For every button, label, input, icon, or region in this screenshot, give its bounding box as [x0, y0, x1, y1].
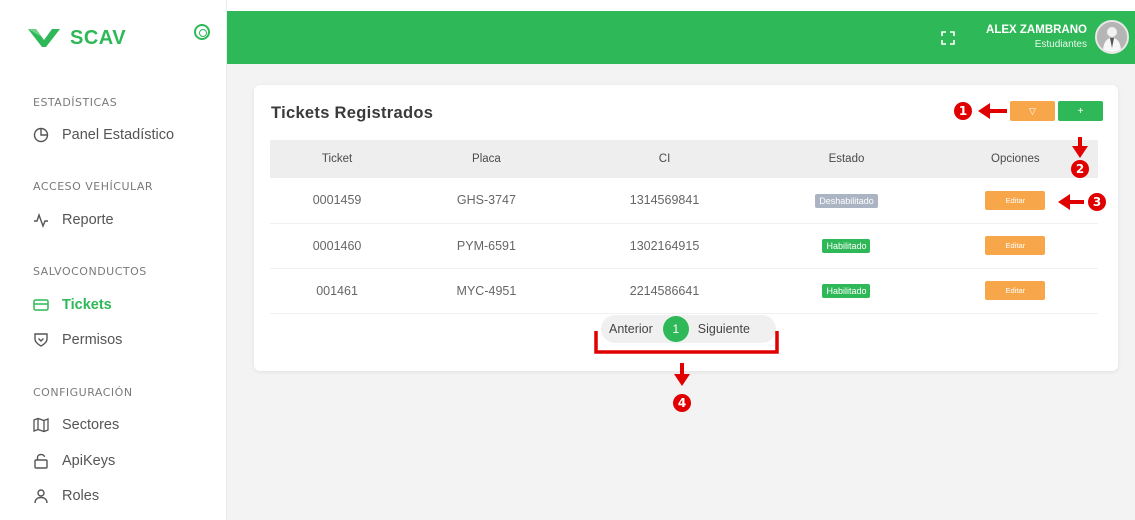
- table-header-row: Ticket Placa CI Estado Opciones: [270, 140, 1098, 178]
- cell-ci: 1314569841: [568, 178, 761, 224]
- tickets-card: Tickets Registrados ▽ + Ticket Placa CI …: [254, 85, 1118, 371]
- filter-button[interactable]: ▽: [1010, 101, 1055, 121]
- sidebar-item-label: Reporte: [62, 212, 114, 228]
- table-row: 0001460 PYM-6591 1302164915 Habilitado E…: [270, 223, 1098, 269]
- map-icon: [33, 417, 49, 433]
- sidebar-item-label: Panel Estadístico: [62, 127, 175, 143]
- brand-name: SCAV: [70, 26, 127, 49]
- status-badge: Deshabilitado: [815, 193, 878, 208]
- cell-ticket: 001461: [270, 268, 405, 314]
- lock-icon: [34, 453, 48, 469]
- cell-estado: Habilitado: [760, 268, 933, 314]
- user-icon: [34, 489, 48, 504]
- cell-ci: 2214586641: [568, 268, 761, 314]
- section-title-acceso: ACCESO VEHÍCULAR: [33, 180, 154, 193]
- cell-ticket: 0001459: [270, 178, 405, 224]
- annotation-marker-3: 3: [1088, 193, 1106, 211]
- pagination-prev-button[interactable]: Anterior: [609, 322, 653, 336]
- cell-placa: MYC-4951: [404, 268, 569, 314]
- avatar[interactable]: [1095, 20, 1129, 54]
- table-row: 0001459 GHS-3747 1314569841 Deshabilitad…: [270, 178, 1098, 224]
- activity-icon: [34, 212, 48, 228]
- app-root: SCAV ESTADÍSTICAS Panel Estadístico ACCE…: [0, 0, 1135, 520]
- pie-chart-icon: [33, 127, 49, 143]
- user-role: Estudiantes: [1034, 39, 1087, 50]
- shield-icon: [34, 333, 48, 347]
- column-header-estado: Estado: [828, 153, 865, 165]
- sidebar-item-label: Tickets: [62, 297, 112, 313]
- column-header-ci: CI: [658, 153, 671, 165]
- cell-estado: Habilitado: [760, 223, 933, 269]
- cell-ticket: 0001460: [270, 223, 405, 269]
- pagination-next-button[interactable]: Siguiente: [698, 322, 750, 336]
- annotation-marker-2: 2: [1071, 160, 1089, 178]
- cell-opciones: Editar: [932, 178, 1098, 224]
- tickets-table: Ticket Placa CI Estado Opciones 0001459 …: [270, 140, 1098, 314]
- edit-button[interactable]: Editar: [985, 190, 1046, 210]
- brand[interactable]: SCAV: [0, 10, 227, 66]
- avatar-image: [1097, 22, 1127, 52]
- status-badge: Habilitado: [822, 284, 871, 298]
- cell-estado: Deshabilitado: [760, 178, 933, 224]
- page-title: Tickets Registrados: [271, 104, 434, 122]
- table-row: 001461 MYC-4951 2214586641 Habilitado Ed…: [270, 268, 1098, 314]
- sidebar-item-roles[interactable]: Roles: [33, 485, 213, 507]
- edit-button[interactable]: Editar: [985, 236, 1046, 255]
- column-header-placa: Placa: [472, 153, 501, 165]
- sidebar-item-panel-estadistico[interactable]: Panel Estadístico: [33, 124, 213, 146]
- sidebar-item-label: ApiKeys: [62, 453, 116, 469]
- sidebar-item-permisos[interactable]: Permisos: [33, 329, 213, 351]
- status-badge: Habilitado: [822, 239, 871, 253]
- column-header-ticket: Ticket: [321, 153, 353, 165]
- sidebar-item-reporte[interactable]: Reporte: [33, 209, 213, 231]
- user-name[interactable]: ALEX ZAMBRANO: [986, 24, 1087, 36]
- pagination: Anterior 1 Siguiente: [601, 315, 776, 343]
- section-title-configuracion: CONFIGURACIÓN: [33, 386, 133, 399]
- top-bar: ALEX ZAMBRANO Estudiantes: [227, 11, 1135, 64]
- annotation-marker-1: 1: [954, 102, 972, 120]
- brand-logo-icon: [28, 29, 60, 47]
- sidebar-item-label: Sectores: [62, 417, 120, 433]
- cell-opciones: Editar: [932, 268, 1098, 314]
- edit-button[interactable]: Editar: [985, 281, 1046, 300]
- cell-placa: PYM-6591: [404, 223, 569, 269]
- sidebar: SCAV ESTADÍSTICAS Panel Estadístico ACCE…: [0, 0, 227, 520]
- section-title-estadisticas: ESTADÍSTICAS: [33, 96, 118, 109]
- sidebar-item-apikeys[interactable]: ApiKeys: [33, 450, 213, 472]
- cell-ci: 1302164915: [568, 223, 761, 269]
- sidebar-item-label: Roles: [62, 488, 100, 504]
- sidebar-item-sectores[interactable]: Sectores: [33, 414, 213, 436]
- cell-opciones: Editar: [932, 223, 1098, 269]
- annotation-marker-4: 4: [673, 394, 691, 412]
- add-ticket-button[interactable]: +: [1058, 101, 1103, 121]
- sidebar-item-tickets[interactable]: Tickets: [33, 294, 213, 316]
- credit-card-icon: [33, 299, 49, 311]
- fullscreen-icon[interactable]: [941, 31, 955, 45]
- cell-placa: GHS-3747: [404, 178, 569, 224]
- pagination-page-button[interactable]: 1: [662, 316, 689, 342]
- sidebar-toggle-icon[interactable]: [194, 24, 210, 40]
- sidebar-item-label: Permisos: [62, 332, 123, 348]
- section-title-salvoconductos: SALVOCONDUCTOS: [33, 265, 147, 278]
- main-content: Tickets Registrados ▽ + Ticket Placa CI …: [227, 64, 1135, 520]
